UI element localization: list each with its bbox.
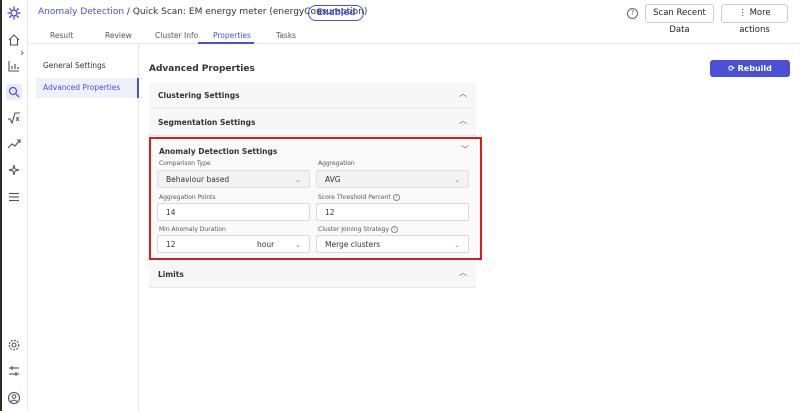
- cluster-joining-strategy-value: Merge clusters: [325, 240, 381, 249]
- aggregation-points-input[interactable]: 14: [157, 203, 310, 221]
- aggregation-points-value: 14: [166, 208, 176, 217]
- active-tab-indicator: [198, 42, 254, 44]
- chevron-down-icon[interactable]: ⌄: [295, 241, 303, 249]
- score-threshold-label: Score Threshold Percent i: [318, 194, 400, 201]
- chevron-up-icon[interactable]: ︿: [458, 268, 468, 278]
- anomaly-detection-settings-panel: Anomaly Detection Settings ﹀ Comparison …: [149, 137, 482, 260]
- anomaly-detection-settings-body: Anomaly Detection Settings ﹀ Comparison …: [151, 139, 478, 256]
- sliders-icon[interactable]: [6, 363, 22, 379]
- scan-recent-data-button[interactable]: Scan Recent Data: [645, 4, 714, 35]
- info-icon[interactable]: i: [391, 226, 399, 233]
- help-icon[interactable]: ?: [627, 8, 638, 19]
- settings-nav-general[interactable]: General Settings: [36, 56, 136, 76]
- comparison-type-value: Behaviour based: [166, 175, 230, 184]
- chevron-down-icon[interactable]: ﹀: [460, 145, 470, 155]
- sparkle-icon[interactable]: [6, 162, 22, 178]
- comparison-type-label: Comparison Type: [159, 160, 211, 167]
- tab-tasks[interactable]: Tasks: [276, 31, 296, 40]
- tab-review[interactable]: Review: [105, 31, 132, 40]
- more-actions-button[interactable]: ⋮ More actions: [721, 4, 788, 35]
- limits-header[interactable]: Limits ︿: [149, 262, 476, 288]
- clustering-settings-header[interactable]: Clustering Settings ︿: [149, 83, 476, 109]
- user-icon[interactable]: [6, 390, 22, 406]
- segmentation-settings-header[interactable]: Segmentation Settings ︿: [149, 110, 476, 136]
- chart-icon[interactable]: [6, 58, 22, 74]
- chevron-down-icon: ⌄: [295, 176, 301, 184]
- min-anomaly-duration-label: Min Anomaly Duration: [159, 226, 226, 233]
- search-icon[interactable]: [6, 84, 22, 100]
- chevron-up-icon[interactable]: ︿: [458, 116, 468, 126]
- cluster-joining-strategy-select[interactable]: Merge clusters ⌄: [316, 235, 469, 253]
- clustering-settings-label: Clustering Settings: [158, 91, 240, 100]
- formula-icon[interactable]: [6, 110, 22, 126]
- aggregation-label: Aggregation: [318, 160, 355, 167]
- score-threshold-input[interactable]: 12: [316, 203, 469, 221]
- rebuild-button[interactable]: ⟳ Rebuild: [710, 60, 790, 77]
- section-title: Advanced Properties: [149, 64, 255, 74]
- anomaly-detection-settings-label: Anomaly Detection Settings: [159, 147, 278, 156]
- settings-nav: General Settings Advanced Properties: [28, 44, 139, 411]
- menu-icon[interactable]: [6, 189, 22, 205]
- cluster-joining-strategy-label: Cluster Joining Strategy i: [318, 226, 399, 233]
- chevron-down-icon: ⌄: [454, 241, 460, 249]
- tab-cluster-info[interactable]: Cluster Info: [155, 31, 198, 40]
- trend-icon[interactable]: [6, 136, 22, 152]
- rebuild-label: Rebuild: [737, 64, 772, 73]
- aggregation-points-label: Aggregation Points: [159, 194, 216, 201]
- cluster-joining-strategy-label-text: Cluster Joining Strategy: [318, 226, 390, 233]
- score-threshold-label-text: Score Threshold Percent: [318, 194, 391, 201]
- more-icon: ⋮: [738, 8, 747, 18]
- logo-icon[interactable]: [6, 5, 22, 21]
- top-bar: Anomaly Detection / Quick Scan: EM energ…: [28, 0, 800, 35]
- chevron-up-icon[interactable]: ︿: [458, 89, 468, 99]
- breadcrumb-link[interactable]: Anomaly Detection: [38, 7, 124, 17]
- aggregation-select[interactable]: AVG ⌄: [316, 170, 469, 188]
- comparison-type-select[interactable]: Behaviour based ⌄: [157, 170, 310, 188]
- tab-bar: Result Review Cluster Info Properties Ta…: [28, 28, 800, 44]
- aggregation-value: AVG: [325, 175, 341, 184]
- status-badge: Enabled: [308, 5, 365, 21]
- window-edge: [0, 0, 2, 411]
- limits-label: Limits: [158, 270, 184, 279]
- info-icon[interactable]: i: [392, 194, 400, 201]
- settings-icon[interactable]: [6, 337, 22, 353]
- score-threshold-value: 12: [325, 208, 335, 217]
- min-anomaly-duration-input[interactable]: 12 hour ⌄: [157, 235, 310, 253]
- refresh-icon: ⟳: [728, 64, 735, 73]
- settings-nav-advanced[interactable]: Advanced Properties: [36, 78, 139, 98]
- tab-result[interactable]: Result: [50, 31, 73, 40]
- left-nav-rail: ›: [0, 0, 28, 411]
- tab-properties[interactable]: Properties: [213, 31, 251, 40]
- min-anomaly-duration-value: 12: [166, 240, 176, 249]
- segmentation-settings-label: Segmentation Settings: [158, 118, 256, 127]
- min-anomaly-duration-unit[interactable]: hour: [257, 240, 274, 249]
- chevron-down-icon: ⌄: [454, 176, 460, 184]
